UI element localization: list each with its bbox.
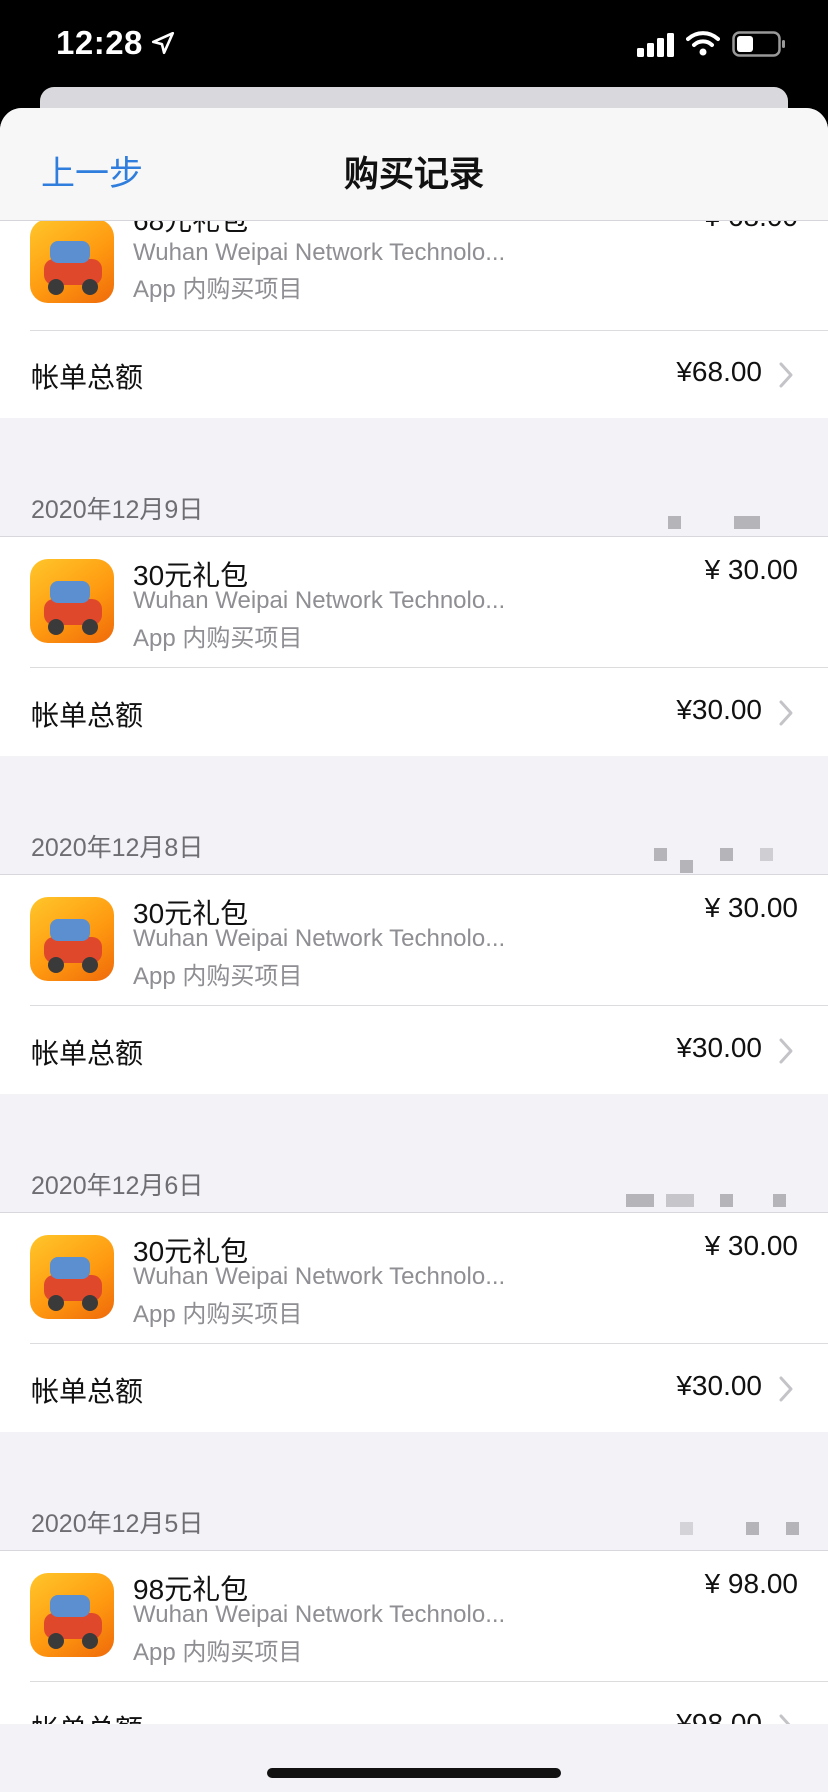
date-label: 2020年12月9日 xyxy=(31,496,204,524)
chevron-right-icon xyxy=(779,1038,793,1064)
navigation-bar: 上一步 购买记录 xyxy=(0,108,828,221)
item-price: ¥ 30.00 xyxy=(704,892,798,923)
chevron-right-icon xyxy=(779,1376,793,1402)
chevron-right-icon xyxy=(779,362,793,388)
redacted-area xyxy=(666,1194,694,1207)
item-type: App 内购买项目 xyxy=(133,1301,303,1328)
app-icon xyxy=(30,897,114,981)
app-icon xyxy=(30,1235,114,1319)
bill-total-amount: ¥98.00 xyxy=(676,1708,762,1724)
redacted-area xyxy=(746,1522,759,1535)
redacted-area xyxy=(760,848,773,861)
app-icon xyxy=(30,1573,114,1657)
item-type: App 内购买项目 xyxy=(133,1639,303,1666)
purchase-history-sheet: 上一步 购买记录 68元礼包 Wuhan Weipai Network Tech… xyxy=(0,108,828,1792)
item-developer: Wuhan Weipai Network Technolo... xyxy=(133,1601,506,1628)
redacted-area xyxy=(668,516,681,529)
bill-total-row[interactable]: 帐单总额 ¥30.00 xyxy=(0,668,828,757)
home-indicator[interactable] xyxy=(267,1768,561,1778)
item-developer: Wuhan Weipai Network Technolo... xyxy=(133,587,506,614)
item-type: App 内购买项目 xyxy=(133,625,303,652)
item-developer: Wuhan Weipai Network Technolo... xyxy=(133,1263,506,1290)
item-price: ¥ 98.00 xyxy=(704,1568,798,1599)
redacted-area xyxy=(654,848,667,861)
battery-icon xyxy=(732,31,785,57)
item-price: ¥ 30.00 xyxy=(704,1230,798,1261)
status-bar: 12:28 xyxy=(0,0,828,100)
date-label: 2020年12月6日 xyxy=(31,1172,204,1200)
purchase-card: 98元礼包 Wuhan Weipai Network Technolo... A… xyxy=(0,1550,828,1724)
redacted-area xyxy=(786,1522,799,1535)
redacted-area xyxy=(680,1522,693,1535)
item-developer: Wuhan Weipai Network Technolo... xyxy=(133,925,506,952)
item-type: App 内购买项目 xyxy=(133,276,303,303)
bill-total-row[interactable]: 帐单总额 ¥30.00 xyxy=(0,1344,828,1433)
date-label: 2020年12月8日 xyxy=(31,834,204,862)
bill-total-label: 帐单总额 xyxy=(31,1376,144,1407)
redacted-area xyxy=(626,1194,654,1207)
bill-total-amount: ¥68.00 xyxy=(676,356,762,387)
page-title: 购买记录 xyxy=(343,155,484,194)
bill-total-amount: ¥30.00 xyxy=(676,1032,762,1063)
item-developer: Wuhan Weipai Network Technolo... xyxy=(133,239,506,266)
redacted-area xyxy=(773,1194,786,1207)
bill-total-amount: ¥30.00 xyxy=(676,1370,762,1401)
redacted-area xyxy=(720,848,733,861)
redacted-area xyxy=(734,516,760,529)
bill-total-label: 帐单总额 xyxy=(31,1038,144,1069)
bill-total-label: 帐单总额 xyxy=(31,1708,143,1724)
chevron-right-icon xyxy=(779,1714,791,1724)
item-type: App 内购买项目 xyxy=(133,963,303,990)
wifi-icon xyxy=(686,31,720,56)
app-icon xyxy=(30,219,114,303)
chevron-right-icon xyxy=(779,700,793,726)
redacted-area xyxy=(680,860,693,873)
purchase-list[interactable]: 68元礼包 Wuhan Weipai Network Technolo... A… xyxy=(0,108,828,1724)
bottom-safe-area xyxy=(0,1724,828,1792)
bill-total-row[interactable]: 帐单总额 ¥68.00 xyxy=(0,331,828,419)
bill-total-label: 帐单总额 xyxy=(31,700,144,731)
purchase-card: 30元礼包 Wuhan Weipai Network Technolo... A… xyxy=(0,1212,828,1434)
purchase-card: 30元礼包 Wuhan Weipai Network Technolo... A… xyxy=(0,874,828,1096)
bill-total-row[interactable]: 帐单总额 ¥30.00 xyxy=(0,1006,828,1095)
cellular-signal-icon xyxy=(637,33,674,57)
bill-total-row[interactable]: 帐单总额 ¥98.00 xyxy=(0,1682,828,1724)
bill-total-amount: ¥30.00 xyxy=(676,694,762,725)
bill-total-label: 帐单总额 xyxy=(31,362,144,393)
purchase-card: 30元礼包 Wuhan Weipai Network Technolo... A… xyxy=(0,536,828,758)
location-arrow-icon xyxy=(151,31,175,55)
item-price: ¥ 30.00 xyxy=(704,554,798,585)
date-label: 2020年12月5日 xyxy=(31,1510,204,1538)
status-time: 12:28 xyxy=(56,24,143,61)
app-icon xyxy=(30,559,114,643)
redacted-area xyxy=(720,1194,733,1207)
